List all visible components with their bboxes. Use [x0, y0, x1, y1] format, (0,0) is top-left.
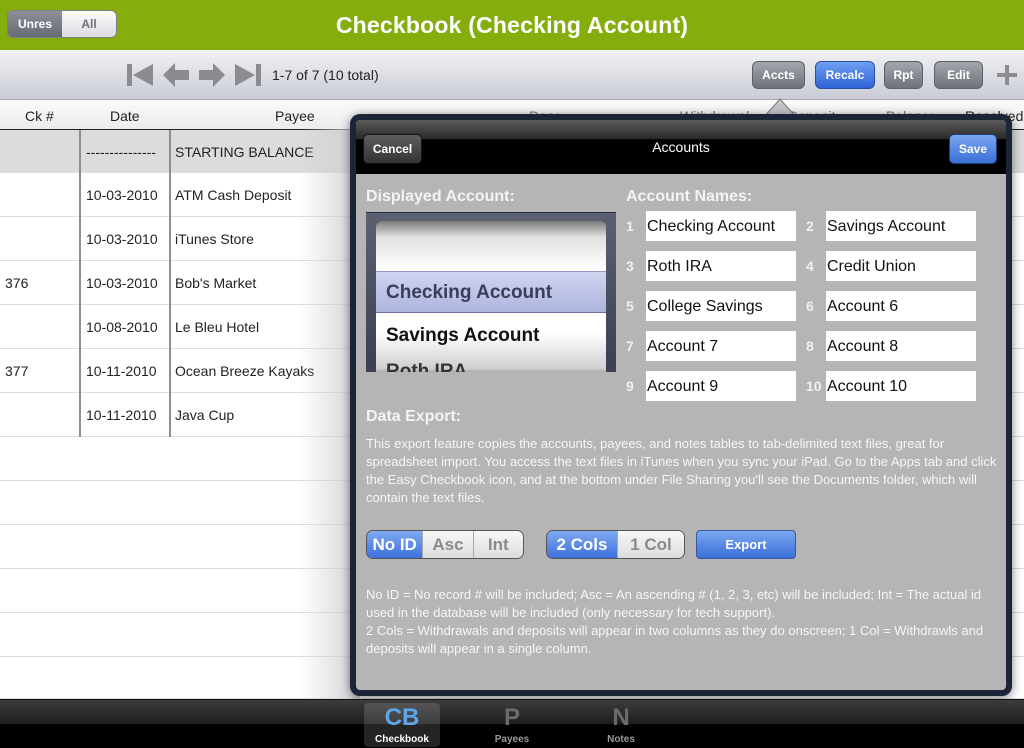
column-header-date[interactable]: Date	[110, 108, 140, 124]
next-record-icon[interactable]	[198, 62, 226, 88]
one-col-segment[interactable]: 1 Col	[616, 531, 684, 558]
date-cell: 10-03-2010	[86, 231, 158, 247]
plus-icon[interactable]	[995, 63, 1019, 87]
record-count: 1-7 of 7 (10 total)	[272, 67, 379, 83]
id-option-help: No ID = No record # will be included; As…	[366, 587, 982, 620]
account-number: 8	[806, 338, 814, 354]
account-number: 1	[626, 218, 634, 234]
asc-segment[interactable]: Asc	[422, 531, 473, 558]
int-segment[interactable]: Int	[472, 531, 523, 558]
two-cols-segment[interactable]: 2 Cols	[547, 531, 617, 558]
column-option-segmented-control: 2 Cols 1 Col	[546, 530, 685, 559]
tab-label: Notes	[607, 734, 635, 745]
save-button[interactable]: Save	[949, 134, 997, 164]
account-name-field-7[interactable]	[646, 331, 796, 361]
payees-icon: P	[503, 704, 520, 731]
account-name-field-2[interactable]	[826, 211, 976, 241]
account-name-field-10[interactable]	[826, 371, 976, 401]
payee-cell: Ocean Breeze Kayaks	[175, 363, 315, 379]
popover-title: Accounts	[652, 139, 710, 155]
title-bar: Checkbook (Checking Account)	[0, 0, 1024, 50]
picker-selected-item: Checking Account	[386, 282, 553, 303]
rpt-button[interactable]: Rpt	[884, 61, 923, 89]
date-cell: 10-08-2010	[86, 319, 158, 335]
date-cell: 10-03-2010	[86, 187, 158, 203]
tab-label: Payees	[494, 734, 530, 745]
export-button[interactable]: Export	[696, 530, 796, 559]
payee-cell: Bob's Market	[175, 275, 257, 291]
date-cell: 10-03-2010	[86, 275, 158, 291]
edit-button[interactable]: Edit	[934, 61, 983, 89]
filter-segmented-control: Unres All	[7, 10, 117, 38]
payee-cell: iTunes Store	[175, 231, 254, 247]
data-export-label: Data Export:	[366, 408, 462, 425]
account-name-field-3[interactable]	[646, 251, 796, 281]
payee-cell: Java Cup	[175, 407, 235, 423]
column-option-help: 2 Cols = Withdrawals and deposits will a…	[366, 623, 984, 656]
cancel-button[interactable]: Cancel	[363, 134, 422, 164]
notes-icon: N	[612, 704, 630, 731]
checkbook-icon: CB	[384, 704, 420, 731]
column-header-ck[interactable]: Ck #	[25, 108, 54, 124]
account-number: 3	[626, 258, 634, 274]
picker-item[interactable]: Savings Account	[386, 325, 539, 347]
account-number: 9	[626, 378, 634, 394]
account-number: 10	[806, 378, 822, 394]
id-option-segmented-control: No ID Asc Int	[366, 530, 524, 559]
ck-cell: 376	[5, 275, 29, 291]
account-number: 5	[626, 298, 634, 314]
account-number: 6	[806, 298, 814, 314]
date-cell: ---------------	[86, 144, 156, 160]
column-header-payee[interactable]: Payee	[275, 108, 315, 124]
first-record-icon[interactable]	[126, 62, 154, 88]
payee-cell: Le Bleu Hotel	[175, 319, 260, 335]
ck-cell: 377	[5, 363, 29, 379]
previous-record-icon[interactable]	[162, 62, 190, 88]
picker-item[interactable]: Roth IRA	[386, 361, 467, 372]
accounts-popover: Accounts Cancel Save Displayed Account: …	[350, 114, 1012, 696]
payee-cell: ATM Cash Deposit	[175, 187, 292, 203]
date-cell: 10-11-2010	[86, 363, 157, 379]
account-number: 7	[626, 338, 634, 354]
page-title: Checkbook (Checking Account)	[335, 11, 689, 38]
account-name-field-8[interactable]	[826, 331, 976, 361]
date-cell: 10-11-2010	[86, 407, 157, 423]
account-number: 4	[806, 258, 814, 274]
account-name-field-1[interactable]	[646, 211, 796, 241]
account-number: 2	[806, 218, 814, 234]
export-description: This export feature copies the accounts,…	[366, 436, 997, 505]
recalc-button[interactable]: Recalc	[815, 61, 875, 89]
payee-cell: STARTING BALANCE	[175, 144, 314, 160]
last-record-icon[interactable]	[234, 62, 262, 88]
tab-checkbook[interactable]: CB Checkbook	[364, 703, 440, 747]
filter-unres-segment[interactable]: Unres	[8, 11, 62, 37]
account-name-field-6[interactable]	[826, 291, 976, 321]
account-name-field-5[interactable]	[646, 291, 796, 321]
displayed-account-picker[interactable]: Savings Account Roth IRA Checking Accoun…	[366, 212, 616, 372]
displayed-account-label: Displayed Account:	[366, 188, 515, 205]
accts-button[interactable]: Accts	[752, 61, 805, 89]
tab-notes[interactable]: N Notes	[583, 703, 659, 747]
account-names-label: Account Names:	[626, 188, 753, 205]
account-name-field-4[interactable]	[826, 251, 976, 281]
picker-selection[interactable]: Checking Account	[376, 271, 606, 313]
tab-payees[interactable]: P Payees	[474, 703, 550, 747]
no-id-segment[interactable]: No ID	[367, 531, 423, 558]
filter-all-segment[interactable]: All	[62, 11, 116, 37]
tab-label: Checkbook	[375, 734, 429, 745]
account-name-field-9[interactable]	[646, 371, 796, 401]
